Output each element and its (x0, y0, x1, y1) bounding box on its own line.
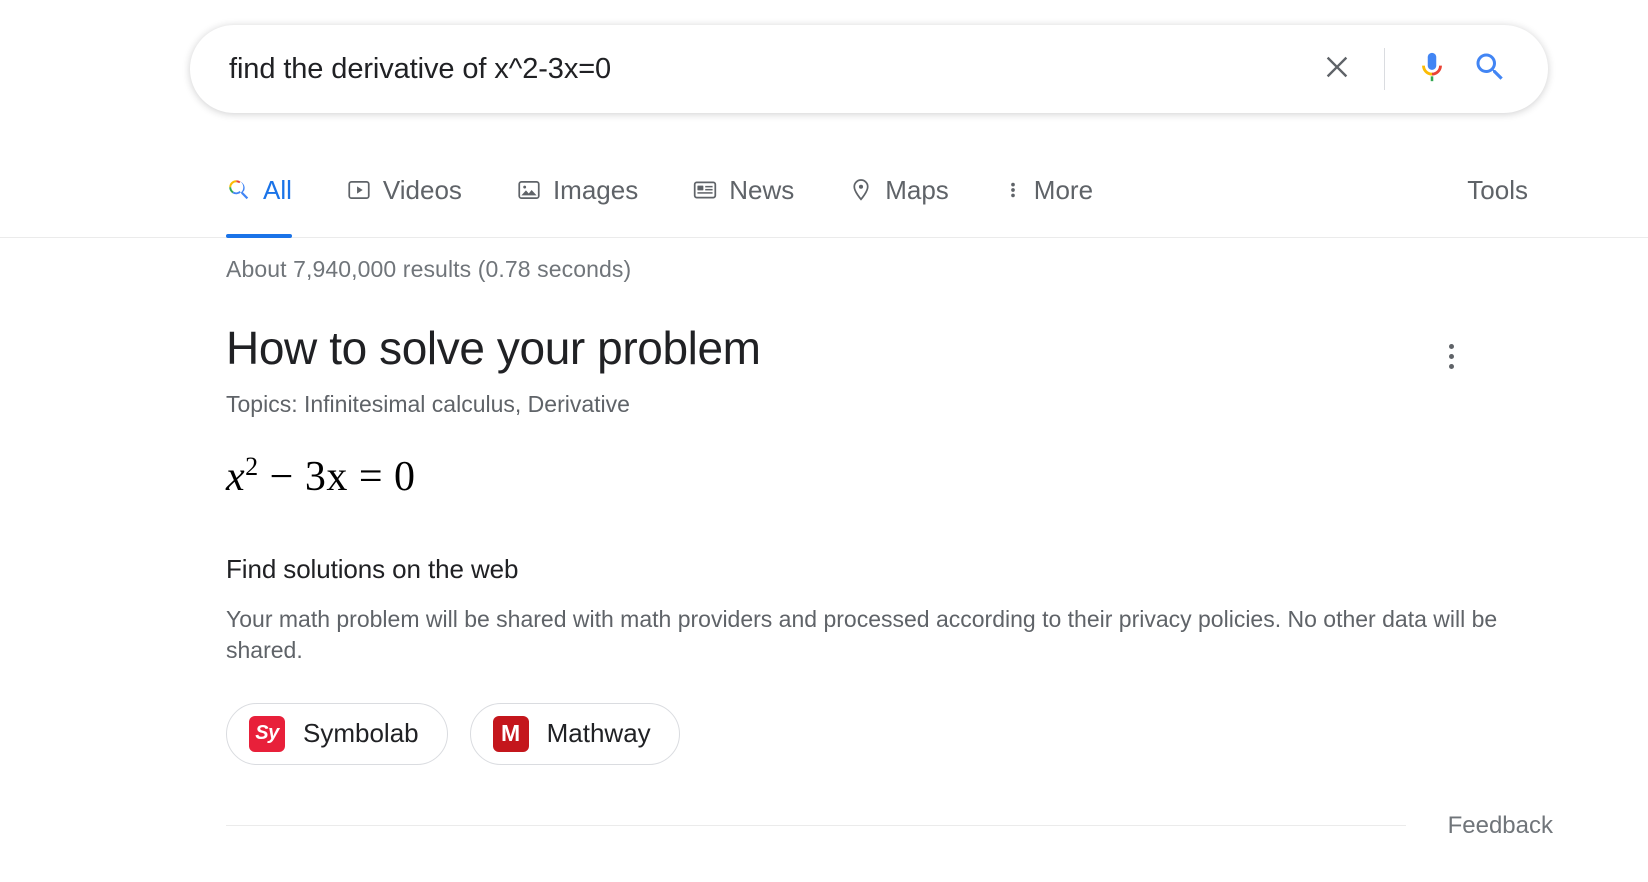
section-title-find-solutions: Find solutions on the web (226, 554, 1546, 585)
search-submit-button[interactable] (1461, 40, 1519, 98)
symbolab-logo-icon: Sy (249, 716, 285, 752)
voice-search-button[interactable] (1403, 40, 1461, 98)
search-bar-actions (1308, 40, 1519, 98)
privacy-disclaimer: Your math problem will be shared with ma… (226, 604, 1526, 667)
tab-maps[interactable]: Maps (848, 160, 969, 220)
map-pin-icon (848, 177, 874, 203)
provider-chip-list: Sy Symbolab M Mathway (226, 703, 1546, 765)
search-bar-container (190, 25, 1548, 113)
provider-chip-mathway[interactable]: M Mathway (470, 703, 680, 765)
search-bar-divider (1384, 48, 1385, 90)
close-icon (1321, 51, 1353, 88)
tab-videos[interactable]: Videos (346, 160, 482, 220)
answer-topics: Topics: Infinitesimal calculus, Derivati… (226, 391, 1546, 418)
footer-divider (226, 825, 1406, 826)
tab-maps-label: Maps (885, 160, 949, 220)
google-search-icon (226, 177, 252, 203)
image-icon (516, 177, 542, 203)
result-stats: About 7,940,000 results (0.78 seconds) (226, 256, 1546, 283)
search-input[interactable] (229, 53, 1308, 86)
math-answer-card: How to solve your problem Topics: Infini… (226, 323, 1546, 765)
video-icon (346, 177, 372, 203)
mathway-logo-icon: M (493, 716, 529, 752)
tab-all[interactable]: All (226, 160, 312, 220)
page-title: How to solve your problem (226, 323, 1546, 375)
math-equation: x2 − 3x = 0 (226, 452, 1546, 501)
card-options-button[interactable] (1430, 335, 1472, 377)
equation-exponent: 2 (245, 452, 259, 481)
clear-search-button[interactable] (1308, 40, 1366, 98)
search-nav-bar: All Videos Images (0, 160, 1648, 238)
tab-more-label: More (1034, 160, 1093, 220)
tab-images[interactable]: Images (516, 160, 658, 220)
search-nav-items: All Videos Images (226, 160, 1147, 238)
microphone-icon (1415, 50, 1449, 89)
kebab-dot (1449, 364, 1454, 369)
more-vertical-icon (1003, 177, 1023, 203)
provider-chip-mathway-label: Mathway (547, 718, 651, 749)
tab-more[interactable]: More (1003, 160, 1113, 220)
search-results-content: About 7,940,000 results (0.78 seconds) H… (226, 238, 1546, 765)
kebab-dot (1449, 344, 1454, 349)
tab-news-label: News (729, 160, 794, 220)
provider-chip-symbolab[interactable]: Sy Symbolab (226, 703, 448, 765)
kebab-dot (1449, 354, 1454, 359)
feedback-link[interactable]: Feedback (1448, 812, 1553, 840)
tab-videos-label: Videos (383, 160, 462, 220)
search-bar[interactable] (190, 25, 1548, 113)
tools-button[interactable]: Tools (1467, 160, 1528, 220)
tab-images-label: Images (553, 160, 638, 220)
equation-base: x (226, 454, 245, 500)
tab-all-label: All (263, 160, 292, 220)
search-icon (1472, 49, 1508, 90)
tab-news[interactable]: News (692, 160, 814, 220)
provider-chip-symbolab-label: Symbolab (303, 718, 419, 749)
equation-rest: − 3x = 0 (259, 454, 416, 500)
news-icon (692, 177, 718, 203)
